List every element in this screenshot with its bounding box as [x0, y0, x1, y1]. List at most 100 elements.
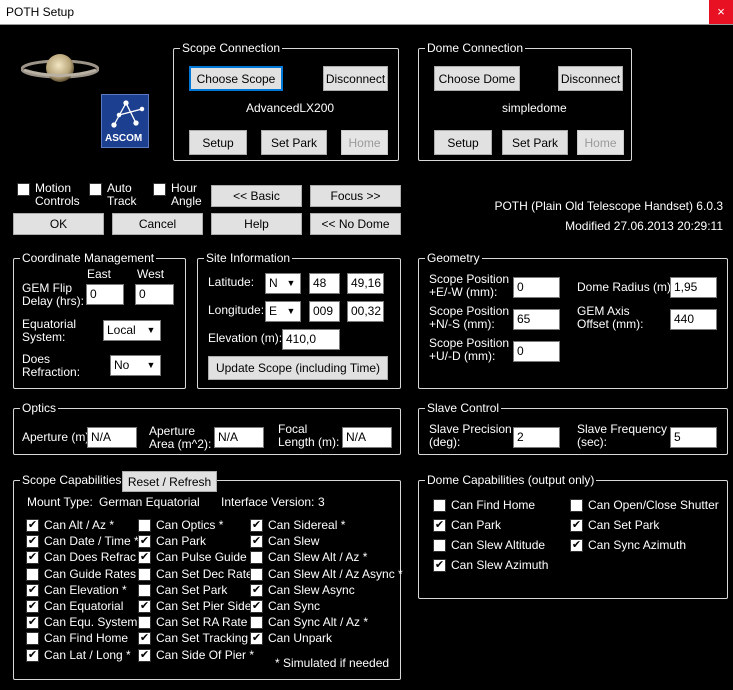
checkmark-icon[interactable]: ✔: [26, 551, 39, 565]
capability-checkbox[interactable]: Can Find Home: [433, 498, 535, 512]
checkbox-box[interactable]: [250, 567, 263, 581]
cancel-button[interactable]: Cancel: [112, 213, 203, 235]
update-scope-button[interactable]: Update Scope (including Time): [208, 356, 388, 380]
longitude-hemisphere-select[interactable]: E ▼: [265, 301, 301, 322]
checkbox-box[interactable]: [26, 567, 39, 581]
capability-checkbox[interactable]: ✔ Can Slew Async: [250, 583, 355, 597]
scope-position-ew-input[interactable]: 0: [513, 277, 560, 298]
longitude-degrees-input[interactable]: 009: [309, 301, 340, 322]
checkbox-box[interactable]: [138, 583, 151, 597]
dome-radius-input[interactable]: 1,95: [670, 277, 717, 298]
capability-checkbox[interactable]: Can Slew Alt / Az *: [250, 550, 367, 565]
auto-track-checkbox[interactable]: Auto Track: [89, 182, 137, 208]
checkbox-box[interactable]: [250, 616, 263, 630]
scope-setup-button[interactable]: Setup: [189, 130, 247, 155]
checkbox-box[interactable]: [433, 499, 446, 512]
focal-length-input[interactable]: N/A: [342, 427, 392, 448]
capability-checkbox[interactable]: Can Sync Alt / Az *: [250, 615, 368, 630]
aperture-input[interactable]: N/A: [87, 427, 137, 448]
capability-checkbox[interactable]: ✔ Can Set Tracking: [138, 631, 248, 646]
scope-position-ud-input[interactable]: 0: [513, 341, 560, 362]
capability-checkbox[interactable]: Can Set Park: [138, 583, 227, 597]
choose-dome-button[interactable]: Choose Dome: [434, 66, 520, 91]
slave-precision-input[interactable]: 2: [513, 427, 560, 448]
auto-track-box[interactable]: [89, 183, 102, 196]
ok-button[interactable]: OK: [13, 213, 104, 235]
checkmark-icon[interactable]: ✔: [138, 648, 151, 662]
checkbox-box[interactable]: [138, 567, 151, 581]
capability-checkbox[interactable]: ✔ Can Sidereal *: [250, 518, 345, 532]
capability-checkbox[interactable]: ✔ Can Alt / Az *: [26, 518, 114, 532]
checkmark-icon[interactable]: ✔: [570, 539, 583, 552]
checkbox-box[interactable]: [250, 551, 263, 565]
reset-refresh-button[interactable]: Reset / Refresh: [122, 471, 217, 492]
checkbox-box[interactable]: [26, 632, 39, 646]
capability-checkbox[interactable]: ✔ Can Equ. System *: [26, 615, 145, 630]
gem-flip-east-input[interactable]: 0: [86, 284, 124, 305]
checkmark-icon[interactable]: ✔: [26, 648, 39, 662]
capability-checkbox[interactable]: ✔ Can Park: [138, 534, 206, 549]
checkmark-icon[interactable]: ✔: [433, 559, 446, 572]
capability-checkbox[interactable]: ✔ Can Sync: [250, 599, 320, 613]
checkbox-box[interactable]: [138, 519, 151, 532]
capability-checkbox[interactable]: ✔ Can Pulse Guide: [138, 550, 247, 565]
hour-angle-checkbox[interactable]: Hour Angle: [153, 182, 202, 208]
hour-angle-box[interactable]: [153, 183, 166, 196]
capability-checkbox[interactable]: ✔ Can Slew: [250, 534, 319, 549]
close-button[interactable]: ×: [709, 0, 733, 24]
capability-checkbox[interactable]: Can Set Dec Rate: [138, 567, 253, 581]
checkmark-icon[interactable]: ✔: [570, 519, 583, 532]
checkmark-icon[interactable]: ✔: [26, 600, 39, 613]
capability-checkbox[interactable]: ✔ Can Park: [433, 518, 501, 532]
dome-home-button[interactable]: Home: [577, 130, 624, 155]
checkmark-icon[interactable]: ✔: [250, 632, 263, 646]
checkmark-icon[interactable]: ✔: [26, 583, 39, 597]
capability-checkbox[interactable]: ✔ Can Sync Azimuth: [570, 538, 686, 552]
capability-checkbox[interactable]: ✔ Can Side Of Pier *: [138, 648, 254, 662]
latitude-hemisphere-select[interactable]: N ▼: [265, 273, 301, 294]
gem-flip-west-input[interactable]: 0: [135, 284, 174, 305]
checkmark-icon[interactable]: ✔: [26, 616, 39, 630]
capability-checkbox[interactable]: ✔ Can Equatorial: [26, 599, 123, 613]
capability-checkbox[interactable]: Can Find Home: [26, 631, 128, 646]
capability-checkbox[interactable]: ✔ Can Does Refrac *: [26, 550, 144, 565]
longitude-minutes-input[interactable]: 00,32: [347, 301, 384, 322]
capability-checkbox[interactable]: ✔ Can Elevation *: [26, 583, 127, 597]
checkbox-box[interactable]: [433, 539, 446, 552]
capability-checkbox[interactable]: ✔ Can Lat / Long *: [26, 648, 131, 662]
latitude-minutes-input[interactable]: 49,16: [347, 273, 384, 294]
checkbox-box[interactable]: [138, 616, 151, 630]
capability-checkbox[interactable]: Can Slew Alt / Az Async *: [250, 567, 403, 581]
checkmark-icon[interactable]: ✔: [250, 535, 263, 549]
checkmark-icon[interactable]: ✔: [26, 535, 39, 549]
aperture-area-input[interactable]: N/A: [214, 427, 264, 448]
capability-checkbox[interactable]: Can Slew Altitude: [433, 538, 545, 552]
capability-checkbox[interactable]: ✔ Can Date / Time *: [26, 534, 139, 549]
checkmark-icon[interactable]: ✔: [138, 551, 151, 565]
checkmark-icon[interactable]: ✔: [138, 632, 151, 646]
checkmark-icon[interactable]: ✔: [250, 583, 263, 597]
checkmark-icon[interactable]: ✔: [250, 519, 263, 532]
checkmark-icon[interactable]: ✔: [433, 519, 446, 532]
capability-checkbox[interactable]: Can Open/Close Shutter: [570, 498, 719, 512]
dome-setup-button[interactable]: Setup: [434, 130, 492, 155]
slave-frequency-input[interactable]: 5: [670, 427, 717, 448]
choose-scope-button[interactable]: Choose Scope: [189, 66, 283, 91]
scope-disconnect-button[interactable]: Disconnect: [323, 66, 388, 91]
checkmark-icon[interactable]: ✔: [138, 535, 151, 549]
scope-set-park-button[interactable]: Set Park: [261, 130, 327, 155]
capability-checkbox[interactable]: ✔ Can Slew Azimuth: [433, 558, 548, 572]
scope-home-button[interactable]: Home: [341, 130, 388, 155]
checkmark-icon[interactable]: ✔: [26, 519, 39, 532]
capability-checkbox[interactable]: ✔ Can Set Pier Side: [138, 599, 251, 613]
no-dome-button[interactable]: << No Dome: [310, 213, 401, 235]
motion-controls-box[interactable]: [17, 183, 30, 196]
basic-button[interactable]: << Basic: [211, 185, 302, 207]
help-button[interactable]: Help: [211, 213, 302, 235]
scope-position-ns-input[interactable]: 65: [513, 309, 560, 330]
capability-checkbox[interactable]: ✔ Can Unpark: [250, 631, 332, 646]
dome-set-park-button[interactable]: Set Park: [502, 130, 568, 155]
equatorial-system-select[interactable]: Local ▼: [103, 320, 161, 341]
elevation-input[interactable]: 410,0: [282, 329, 340, 350]
checkmark-icon[interactable]: ✔: [250, 600, 263, 613]
